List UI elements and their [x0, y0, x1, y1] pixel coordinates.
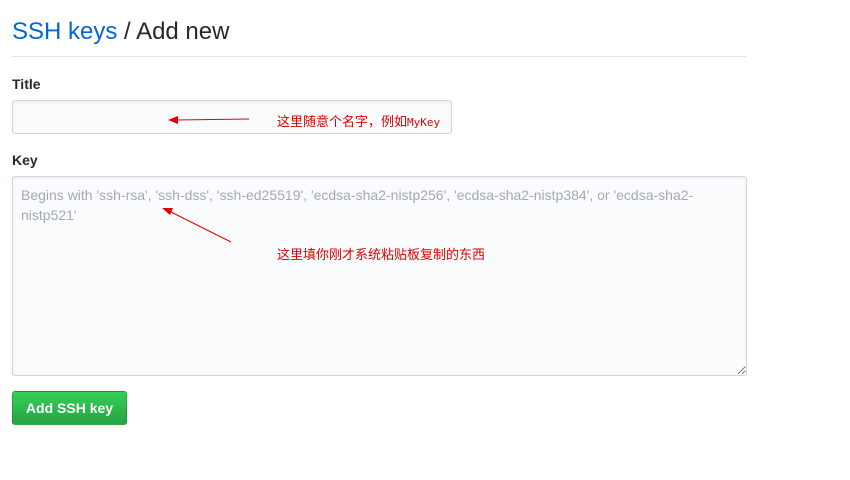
breadcrumb-separator: / — [124, 18, 131, 45]
title-label: Title — [12, 76, 41, 92]
page-title: SSH keys / Add new — [12, 14, 229, 50]
title-annotation-example: MyKey — [407, 116, 441, 129]
key-label: Key — [12, 152, 38, 168]
key-annotation: 这里填你刚才系统粘贴板复制的东西 — [277, 248, 486, 263]
breadcrumb-current: Add new — [136, 18, 230, 45]
breadcrumb-ssh-keys-link[interactable]: SSH keys — [12, 18, 117, 45]
add-ssh-key-page: SSH keys / Add new Title Key Add SSH key… — [0, 0, 850, 480]
key-textarea[interactable] — [12, 176, 747, 376]
add-ssh-key-button[interactable]: Add SSH key — [12, 391, 127, 425]
title-annotation: 这里随意个名字，例如MyKey — [277, 111, 440, 130]
title-annotation-text: 这里随意个名字，例如 — [277, 115, 408, 130]
header-divider — [12, 56, 746, 57]
